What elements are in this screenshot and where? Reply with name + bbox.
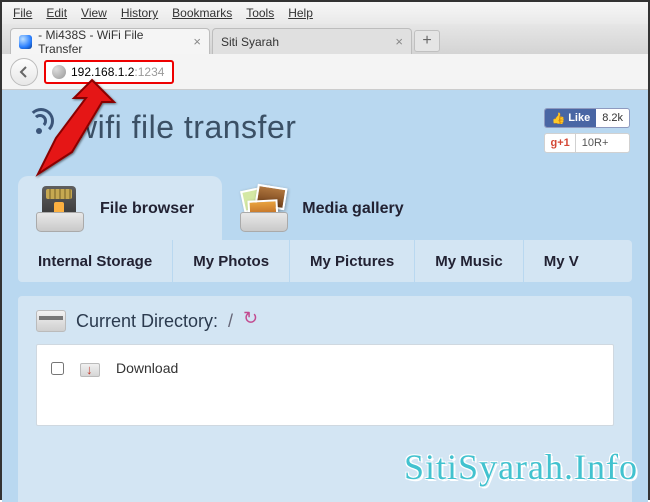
url-port: :1234 [134, 65, 164, 79]
wifi-icon [18, 106, 66, 148]
menu-bookmarks[interactable]: Bookmarks [165, 4, 239, 22]
thumbs-up-icon: 👍 [551, 112, 565, 125]
menu-tools[interactable]: Tools [239, 4, 281, 22]
fb-like-label: Like [568, 112, 590, 124]
curdir-path: / [228, 311, 233, 332]
tab-label: - Mi438S - WiFi File Transfer [38, 28, 181, 56]
tab-label: Siti Syarah [221, 35, 279, 49]
address-bar[interactable]: 192.168.1.2:1234 [44, 60, 174, 84]
close-tab-icon[interactable]: × [193, 34, 201, 49]
social-buttons: 👍Like 8.2k g+1 10R+ [544, 108, 630, 153]
fb-like-count: 8.2k [596, 112, 629, 124]
storage-item-pictures[interactable]: My Pictures [290, 240, 415, 282]
page-content: wifi file transfer 👍Like 8.2k g+1 10R+ F… [2, 90, 648, 502]
url-text: 192.168.1.2:1234 [71, 65, 164, 79]
sdcard-folder-icon [34, 186, 88, 232]
menu-file[interactable]: File [6, 4, 39, 22]
row-label: Download [116, 360, 178, 376]
app-tabs: File browser Media gallery [18, 176, 632, 240]
tab-media-gallery[interactable]: Media gallery [222, 176, 431, 240]
storage-item-music[interactable]: My Music [415, 240, 524, 282]
tab-label: File browser [100, 200, 194, 218]
gplus-label: +1 [557, 137, 570, 149]
browser-tab[interactable]: Siti Syarah × [212, 28, 412, 54]
storage-item-videos[interactable]: My V [524, 240, 599, 282]
google-plus-button[interactable]: g+1 10R+ [544, 133, 630, 153]
gplus-count: 10R+ [576, 137, 615, 149]
browser-toolbar: 192.168.1.2:1234 [2, 54, 648, 90]
chevron-left-icon [17, 65, 31, 79]
menu-help[interactable]: Help [281, 4, 320, 22]
file-list: ↓ Download [36, 344, 614, 426]
new-tab-button[interactable]: + [414, 30, 440, 52]
url-host: 192.168.1.2 [71, 65, 134, 79]
current-directory: Current Directory: / [36, 310, 614, 332]
curdir-label: Current Directory: [76, 311, 218, 332]
drive-icon [36, 310, 66, 332]
window-frame: File Edit View History Bookmarks Tools H… [0, 0, 650, 500]
globe-icon [52, 65, 66, 79]
file-panel: Current Directory: / ↓ Download [18, 296, 632, 502]
gplus-icon: g [550, 137, 557, 149]
list-item[interactable]: ↓ Download [51, 359, 599, 377]
menu-edit[interactable]: Edit [39, 4, 74, 22]
row-checkbox[interactable] [51, 362, 64, 375]
page-header: wifi file transfer [18, 106, 632, 148]
photos-folder-icon [238, 186, 290, 232]
storage-item-internal[interactable]: Internal Storage [18, 240, 173, 282]
storage-nav: Internal Storage My Photos My Pictures M… [18, 240, 632, 282]
back-button[interactable] [10, 58, 38, 86]
tab-label: Media gallery [302, 200, 403, 218]
refresh-icon[interactable] [243, 312, 261, 330]
close-tab-icon[interactable]: × [395, 34, 403, 49]
download-folder-icon: ↓ [80, 359, 100, 377]
browser-menubar: File Edit View History Bookmarks Tools H… [2, 2, 648, 24]
menu-history[interactable]: History [114, 4, 165, 22]
facebook-like-button[interactable]: 👍Like 8.2k [544, 108, 630, 128]
browser-tab[interactable]: - Mi438S - WiFi File Transfer × [10, 28, 210, 54]
menu-view[interactable]: View [74, 4, 114, 22]
storage-item-photos[interactable]: My Photos [173, 240, 290, 282]
browser-tabbar: - Mi438S - WiFi File Transfer × Siti Sya… [2, 24, 648, 54]
tab-file-browser[interactable]: File browser [18, 176, 222, 240]
page-title: wifi file transfer [74, 109, 296, 146]
favicon-icon [19, 35, 32, 49]
